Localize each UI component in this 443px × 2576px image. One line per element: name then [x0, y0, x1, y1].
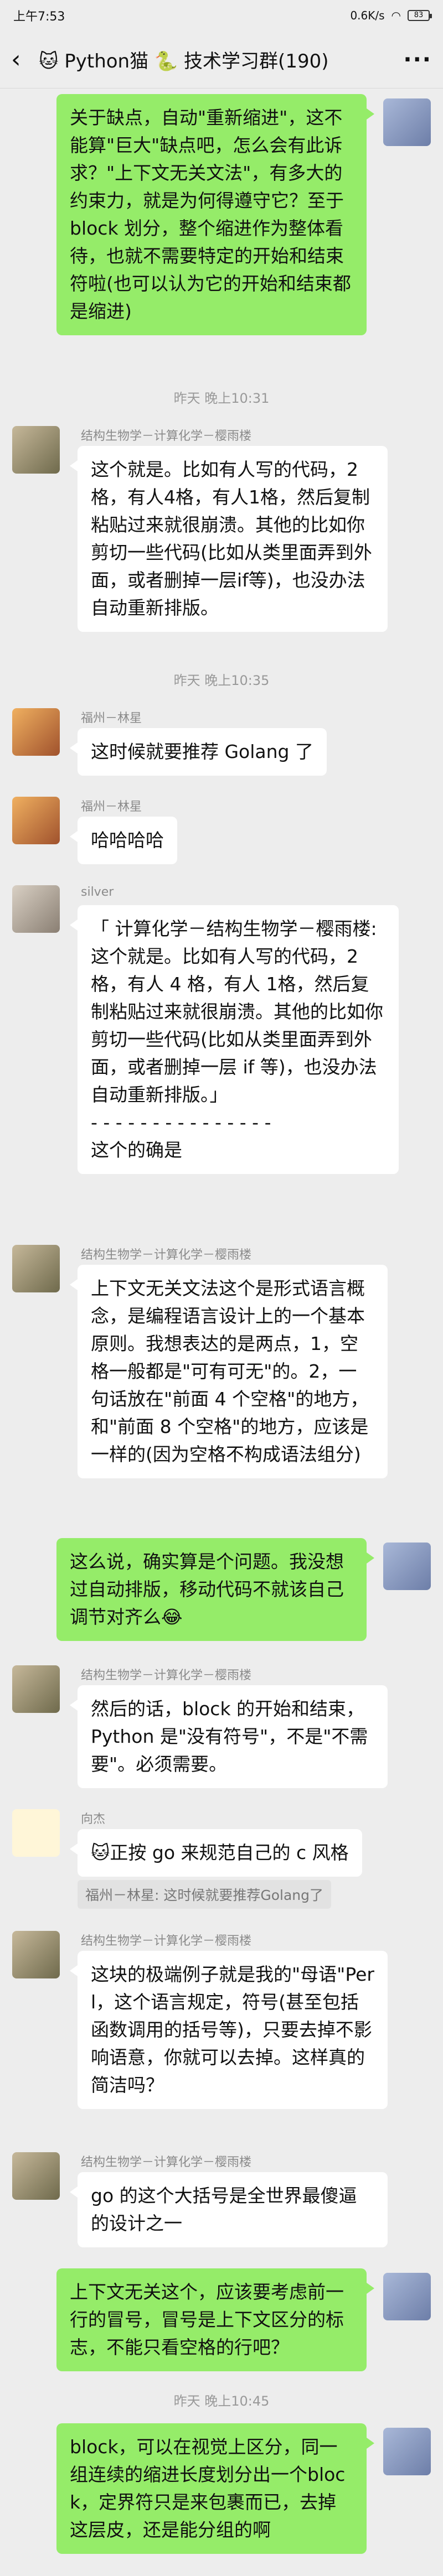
avatar[interactable]	[12, 1931, 60, 1978]
avatar[interactable]	[383, 1543, 431, 1590]
avatar[interactable]	[383, 98, 431, 146]
message-bubble[interactable]: 关于缺点，自动"重新缩进"，这不能算"巨大"缺点吧，怎么会有此诉求？"上下文无关…	[56, 94, 374, 335]
sender-name: silver	[81, 885, 114, 899]
avatar[interactable]	[383, 2273, 431, 2320]
message-bubble[interactable]: 「 计算化学－结构生物学－樱雨楼: 这个就是。比如有人写的代码，2格，有人 4 …	[70, 905, 399, 1174]
message-bubble[interactable]: block，可以在视觉上区分，同一组连续的缩进长度划分出一个block，定界符只…	[56, 2423, 374, 2554]
sender-name: 福州－林星	[81, 711, 142, 725]
sender-name: 结构生物学－计算化学－樱雨楼	[81, 429, 252, 443]
message-bubble[interactable]: 这时候就要推荐 Golang 了	[70, 728, 327, 776]
avatar[interactable]	[12, 426, 60, 474]
avatar[interactable]	[12, 885, 60, 933]
sender-name: 结构生物学－计算化学－樱雨楼	[81, 1669, 252, 1682]
message-bubble[interactable]: 上下文无关这个，应该要考虑前一行的冒号，冒号是上下文区分的标志，不能只看空格的行…	[56, 2268, 374, 2371]
message-bubble[interactable]: 这块的极端例子就是我的"母语"Perl，这个语言规定，符号(甚至包括函数调用的括…	[70, 1951, 388, 2109]
avatar[interactable]	[12, 1809, 60, 1857]
more-options-icon[interactable]: ···	[403, 47, 432, 72]
chat-header: ‹ 🐱 Python猫 🐍 技术学习群(190) ···	[0, 31, 443, 89]
back-icon[interactable]: ‹	[11, 47, 39, 72]
sender-name: 结构生物学－计算化学－樱雨楼	[81, 1934, 252, 1948]
message-bubble[interactable]: 哈哈哈哈	[70, 817, 177, 864]
wifi-icon: ◠	[391, 9, 401, 22]
message-bubble[interactable]: 然后的话，block 的开始和结束，Python 是"没有符号"，不是"不需要"…	[70, 1685, 388, 1788]
sender-name: 向杰	[81, 1812, 106, 1826]
message-bubble[interactable]: 这么说，确实算是个问题。我没想过自动排版，移动代码不就该自己调节对齐么😂	[56, 1538, 374, 1641]
message-bubble[interactable]: go 的这个大括号是全世界最傻逼的设计之一	[70, 2172, 388, 2247]
avatar[interactable]	[12, 797, 60, 844]
timestamp: 昨天 晚上10:45	[173, 2393, 270, 2409]
network-speed: 0.6K/s	[350, 9, 385, 22]
avatar[interactable]	[12, 2152, 60, 2200]
sender-name: 福州－林星	[81, 800, 142, 814]
chat-title: 🐱 Python猫 🐍 技术学习群(190)	[39, 50, 329, 72]
avatar[interactable]	[12, 1245, 60, 1292]
avatar[interactable]	[12, 1665, 60, 1713]
timestamp: 昨天 晚上10:31	[173, 391, 270, 406]
message-bubble[interactable]: 🐱正按 go 来规范自己的 c 风格	[70, 1829, 362, 1877]
sender-name: 结构生物学－计算化学－樱雨楼	[81, 1248, 252, 1262]
status-bar: 上午7:53 0.6K/s ◠ 83	[0, 0, 443, 31]
battery-icon: 83	[408, 10, 432, 21]
message-bubble[interactable]: 这个就是。比如有人写的代码，2格，有人4格，有人1格，然后复制粘贴过来就很崩溃。…	[70, 446, 388, 632]
quoted-message[interactable]: 福州－林星: 这时候就要推荐Golang了	[78, 1880, 332, 1909]
status-time: 上午7:53	[13, 10, 65, 24]
message-bubble[interactable]: 上下文无关文法这个是形式语言概念，是编程语言设计上的一个基本原则。我想表达的是两…	[70, 1265, 388, 1478]
avatar[interactable]	[383, 2428, 431, 2475]
avatar[interactable]	[12, 708, 60, 756]
sender-name: 结构生物学－计算化学－樱雨楼	[81, 2156, 252, 2169]
timestamp: 昨天 晚上10:35	[173, 673, 270, 688]
